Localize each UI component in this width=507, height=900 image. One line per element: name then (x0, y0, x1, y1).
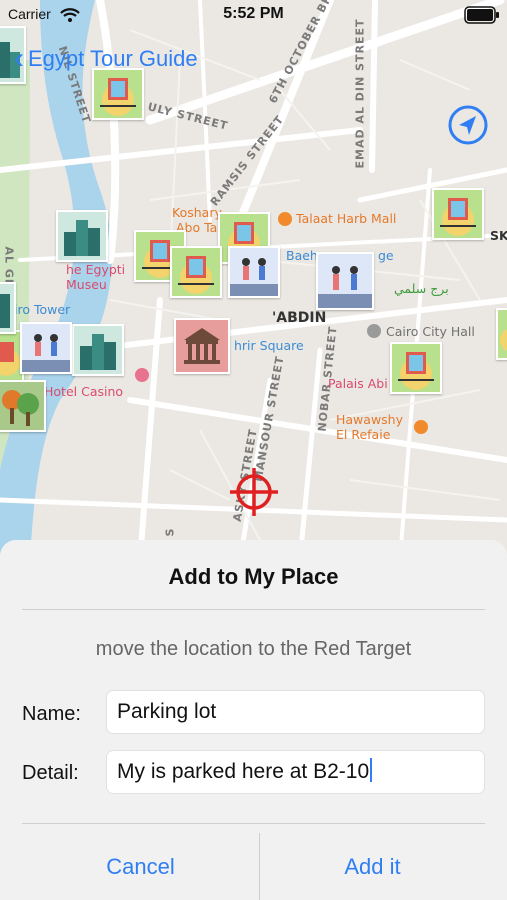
red-target-icon (230, 468, 278, 516)
restaurant-icon (414, 420, 428, 434)
battery-icon (464, 6, 499, 24)
add-it-button[interactable]: Add it (260, 833, 485, 900)
family-marker[interactable] (228, 246, 280, 298)
museum-icon (500, 329, 507, 351)
text-cursor (370, 758, 373, 783)
park-marker[interactable] (0, 380, 46, 432)
district-abdin: 'ABDIN (272, 310, 327, 326)
street-label: AL GEZIRA STREET (2, 246, 16, 378)
status-bar: Carrier 5:52 PM (0, 0, 507, 30)
hotel-icon (135, 368, 149, 382)
city-marker[interactable] (0, 282, 16, 334)
city-marker[interactable] (72, 324, 124, 376)
dialog-hint: move the location to the Red Target (95, 638, 412, 660)
city-icon (64, 220, 100, 256)
status-time: 5:52 PM (223, 5, 284, 22)
city-hall-icon (367, 324, 381, 338)
palace-icon (184, 328, 220, 364)
city-icon (80, 334, 116, 370)
poi-borg[interactable]: برج سلمي (394, 281, 449, 296)
museum-icon (100, 78, 136, 116)
museum-marker[interactable] (496, 308, 507, 360)
divider (22, 823, 485, 824)
detail-field[interactable]: My is parked here at B2-10 (106, 750, 485, 794)
poi-egyptian-museum[interactable]: he Egypti Museu (66, 262, 125, 292)
poi-cairo-city-hall[interactable]: Cairo City Hall (386, 324, 475, 339)
poi-cairo-tower[interactable]: iro Tower (14, 302, 70, 317)
poi-palais-abdin[interactable]: Palais Abi (328, 376, 388, 391)
back-button[interactable]: ‹ Egypt Tour Guide (14, 42, 198, 76)
detail-label: Detail: (22, 762, 79, 784)
dialog-title: Add to My Place (168, 564, 339, 589)
detail-value: My is parked here at B2-10 (117, 760, 370, 783)
museum-marker[interactable] (170, 246, 222, 298)
poi-hawawshy[interactable]: Hawawshy El Refaie (336, 412, 403, 442)
poi-ge[interactable]: ge (378, 248, 394, 263)
district-label: SK (490, 228, 507, 243)
mall-icon (278, 212, 292, 226)
palace-marker[interactable] (174, 318, 230, 374)
museum-marker[interactable] (390, 342, 442, 394)
back-title: Egypt Tour Guide (28, 46, 198, 71)
name-field[interactable]: Parking lot (106, 690, 485, 734)
city-marker[interactable] (56, 210, 108, 262)
poi-baeh[interactable]: Baeh (286, 248, 318, 263)
add-place-dialog: Add to My Place move the location to the… (0, 540, 507, 900)
family-marker[interactable] (20, 322, 72, 374)
poi-tahrir-square[interactable]: hrir Square (234, 338, 304, 353)
family-icon (22, 334, 70, 372)
street-label: EMAD AL DIN STREET (353, 18, 367, 169)
divider (22, 609, 485, 610)
name-label: Name: (22, 703, 81, 725)
cancel-button[interactable]: Cancel (22, 833, 259, 900)
poi-talaat-harb-mall[interactable]: Talaat Harb Mall (296, 211, 396, 226)
museum-icon (178, 256, 214, 294)
poi-hotel-casino[interactable]: Hotel Casino (44, 384, 123, 399)
name-value: Parking lot (117, 700, 217, 723)
tree-icon (2, 390, 39, 426)
locate-me-icon[interactable] (447, 104, 489, 146)
museum-marker[interactable] (432, 188, 484, 240)
chevron-left-icon: ‹ (14, 42, 24, 75)
family-icon (318, 266, 372, 308)
city-icon (0, 294, 10, 328)
family-icon (230, 258, 278, 296)
poi-koshary[interactable]: Koshary (172, 205, 222, 220)
family-marker[interactable] (316, 252, 374, 310)
museum-icon (440, 198, 476, 236)
museum-icon (398, 352, 434, 390)
street-label: S (163, 527, 177, 537)
